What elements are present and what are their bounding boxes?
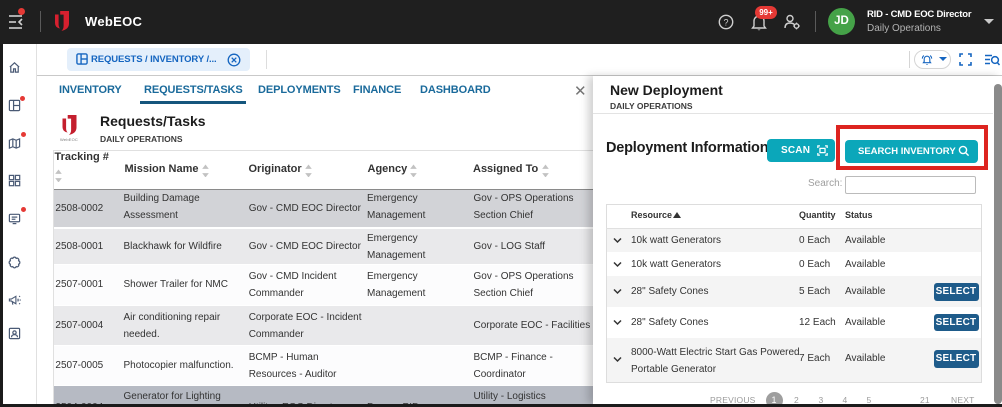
svg-text:?: ? <box>723 18 728 28</box>
